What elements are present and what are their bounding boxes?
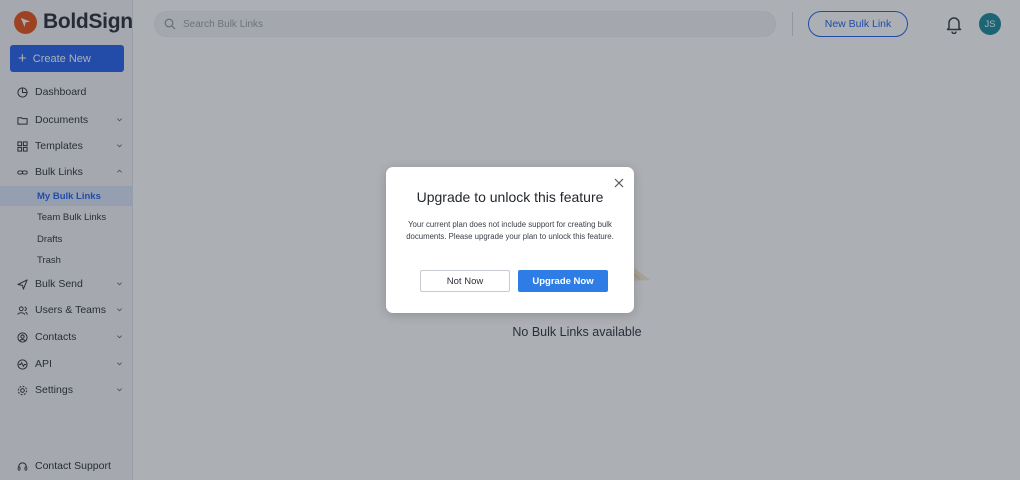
not-now-button[interactable]: Not Now: [420, 270, 510, 292]
upgrade-now-button[interactable]: Upgrade Now: [518, 270, 608, 292]
modal-title: Upgrade to unlock this feature: [416, 189, 604, 205]
upgrade-modal: Upgrade to unlock this feature Your curr…: [386, 167, 634, 313]
modal-body-text: Your current plan does not include suppo…: [406, 220, 614, 241]
close-icon[interactable]: [613, 177, 624, 188]
app-root: BoldSign + Create New Dashboard Document…: [0, 0, 1020, 480]
